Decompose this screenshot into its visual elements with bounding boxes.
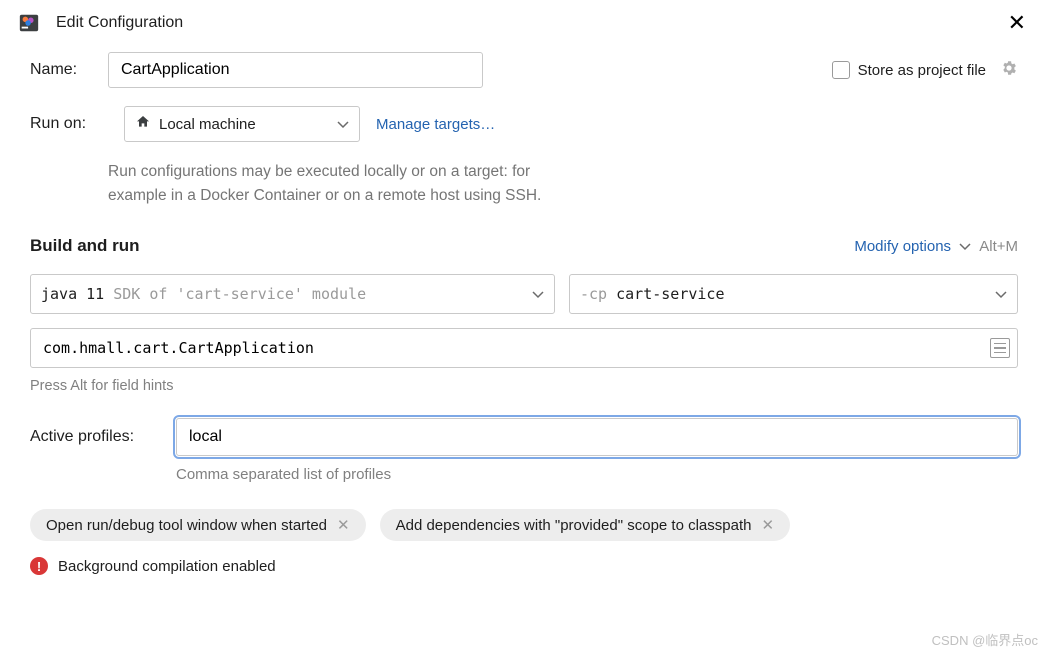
warning-row: ! Background compilation enabled	[30, 557, 1018, 575]
modify-options-link[interactable]: Modify options	[854, 238, 971, 255]
close-icon[interactable]: ✕	[337, 516, 350, 534]
field-hint-text: Press Alt for field hints	[30, 378, 1018, 394]
classpath-dropdown[interactable]: -cp cart-service	[569, 274, 1018, 314]
active-profiles-input[interactable]	[176, 418, 1018, 456]
watermark: CSDN @临界点oc	[932, 630, 1038, 649]
run-on-hint: Run configurations may be executed local…	[108, 160, 1018, 208]
manage-targets-link[interactable]: Manage targets…	[376, 116, 495, 133]
gear-icon[interactable]	[1000, 59, 1018, 81]
chevron-down-icon	[532, 286, 544, 303]
build-run-heading: Build and run	[30, 236, 140, 256]
chevron-down-icon	[995, 286, 1007, 303]
store-as-project-checkbox[interactable]	[832, 61, 850, 79]
run-on-label: Run on:	[30, 115, 108, 133]
run-on-value: Local machine	[159, 116, 256, 133]
warning-text: Background compilation enabled	[58, 558, 276, 575]
home-icon	[135, 114, 151, 134]
close-icon[interactable]: ✕	[1004, 10, 1030, 36]
run-on-dropdown[interactable]: Local machine	[124, 106, 360, 142]
classpath-value: -cp cart-service	[580, 285, 725, 303]
name-label: Name:	[30, 61, 108, 79]
main-class-input[interactable]	[30, 328, 1018, 368]
chevron-down-icon	[959, 238, 971, 255]
jdk-value: java 11 SDK of 'cart-service' module	[41, 285, 366, 303]
chip-provided-scope[interactable]: Add dependencies with "provided" scope t…	[380, 509, 790, 541]
dialog-title: Edit Configuration	[56, 14, 1004, 32]
store-as-project-label: Store as project file	[858, 62, 986, 79]
profiles-hint: Comma separated list of profiles	[176, 466, 1018, 483]
chevron-down-icon	[337, 116, 349, 133]
warning-icon: !	[30, 557, 48, 575]
browse-class-icon[interactable]	[990, 338, 1010, 358]
name-input[interactable]	[108, 52, 483, 88]
intellij-icon	[18, 12, 40, 34]
active-profiles-label: Active profiles:	[30, 428, 160, 446]
close-icon[interactable]: ✕	[761, 516, 774, 534]
chip-open-tool-window[interactable]: Open run/debug tool window when started …	[30, 509, 366, 541]
modify-shortcut: Alt+M	[979, 238, 1018, 255]
jdk-dropdown[interactable]: java 11 SDK of 'cart-service' module	[30, 274, 555, 314]
